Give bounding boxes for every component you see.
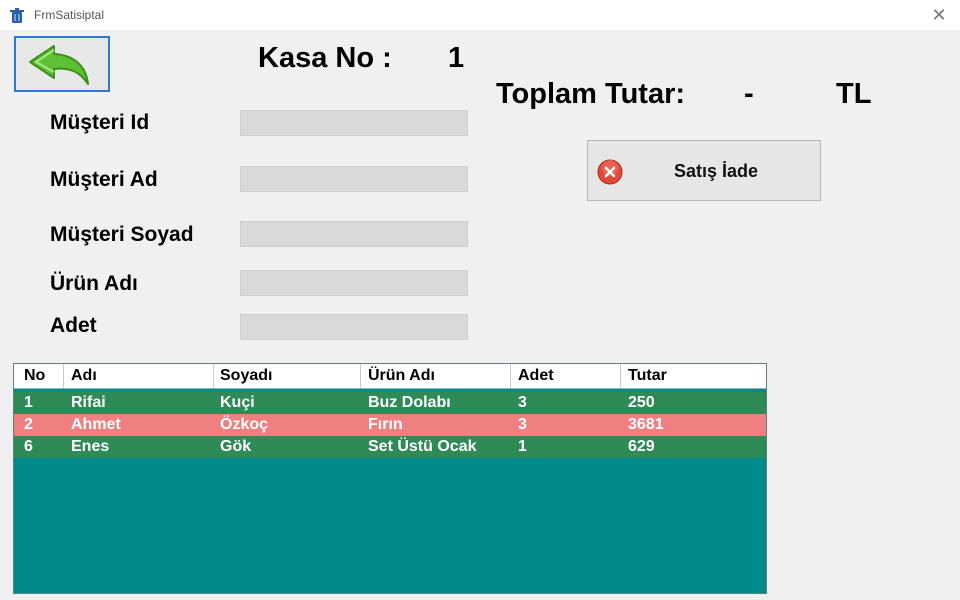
musteri-ad-label: Müşteri Ad <box>50 168 158 191</box>
table-cell: 250 <box>628 394 655 411</box>
column-header-adet[interactable]: Adet <box>518 364 554 388</box>
table-cell: 3 <box>518 416 527 433</box>
musteri-soyad-input[interactable] <box>240 221 468 247</box>
sales-grid[interactable]: No Adı Soyadı Ürün Adı Adet Tutar 1 Rifa… <box>13 363 767 594</box>
table-cell: 2 <box>24 416 33 433</box>
table-cell: Gök <box>220 438 252 455</box>
column-header-no[interactable]: No <box>24 364 45 388</box>
table-cell: Enes <box>71 438 110 455</box>
table-cell: 1 <box>24 394 33 411</box>
toplam-tutar-label: Toplam Tutar: <box>496 78 686 110</box>
toplam-tutar-unit: TL <box>836 78 872 110</box>
column-header-adi[interactable]: Adı <box>71 364 97 388</box>
back-button[interactable] <box>14 36 110 92</box>
toplam-tutar-value: - <box>744 78 754 110</box>
table-cell: Buz Dolabı <box>368 394 451 411</box>
column-header-soyadi[interactable]: Soyadı <box>220 364 272 388</box>
musteri-soyad-label: Müşteri Soyad <box>50 223 194 246</box>
kasa-value: 1 <box>448 42 465 74</box>
musteri-id-label: Müşteri Id <box>50 111 150 134</box>
table-cell: Ahmet <box>71 416 121 433</box>
column-header-tutar[interactable]: Tutar <box>628 364 667 388</box>
column-divider[interactable] <box>510 364 511 388</box>
kasa-label: Kasa No : <box>258 42 392 74</box>
column-divider[interactable] <box>63 364 64 388</box>
grid-header: No Adı Soyadı Ürün Adı Adet Tutar <box>14 364 766 389</box>
column-header-urun-adi[interactable]: Ürün Adı <box>368 364 435 388</box>
table-cell: Set Üstü Ocak <box>368 438 477 455</box>
trash-icon <box>10 8 24 23</box>
adet-input[interactable] <box>240 314 468 340</box>
window-title: FrmSatisiptal <box>34 8 105 22</box>
table-cell: Özkoç <box>220 416 269 433</box>
table-cell: 3 <box>518 394 527 411</box>
back-arrow-icon <box>29 45 89 85</box>
title-bar: FrmSatisiptal ✕ <box>0 0 960 30</box>
column-divider[interactable] <box>360 364 361 388</box>
urun-adi-input[interactable] <box>240 270 468 296</box>
musteri-ad-input[interactable] <box>240 166 468 192</box>
table-cell: 629 <box>628 438 655 455</box>
cancel-icon <box>597 159 623 185</box>
musteri-id-input[interactable] <box>240 110 468 136</box>
table-cell: Kuçi <box>220 394 255 411</box>
table-cell: Rifai <box>71 394 106 411</box>
column-divider[interactable] <box>620 364 621 388</box>
table-cell: Fırın <box>368 416 403 433</box>
table-row[interactable]: 1 Rifai Kuçi Buz Dolabı 3 250 <box>14 392 766 414</box>
satis-iade-label: Satış İade <box>674 161 759 181</box>
table-row[interactable]: 6 Enes Gök Set Üstü Ocak 1 629 <box>14 436 766 458</box>
adet-label: Adet <box>50 314 97 337</box>
column-divider[interactable] <box>213 364 214 388</box>
table-cell: 6 <box>24 438 33 455</box>
table-cell: 3681 <box>628 416 664 433</box>
urun-adi-label: Ürün Adı <box>50 272 138 295</box>
close-button[interactable]: ✕ <box>928 4 950 26</box>
table-cell: 1 <box>518 438 527 455</box>
table-row[interactable]: 2 Ahmet Özkoç Fırın 3 3681 <box>14 414 766 436</box>
satis-iade-button[interactable]: Satış İade <box>587 140 821 201</box>
